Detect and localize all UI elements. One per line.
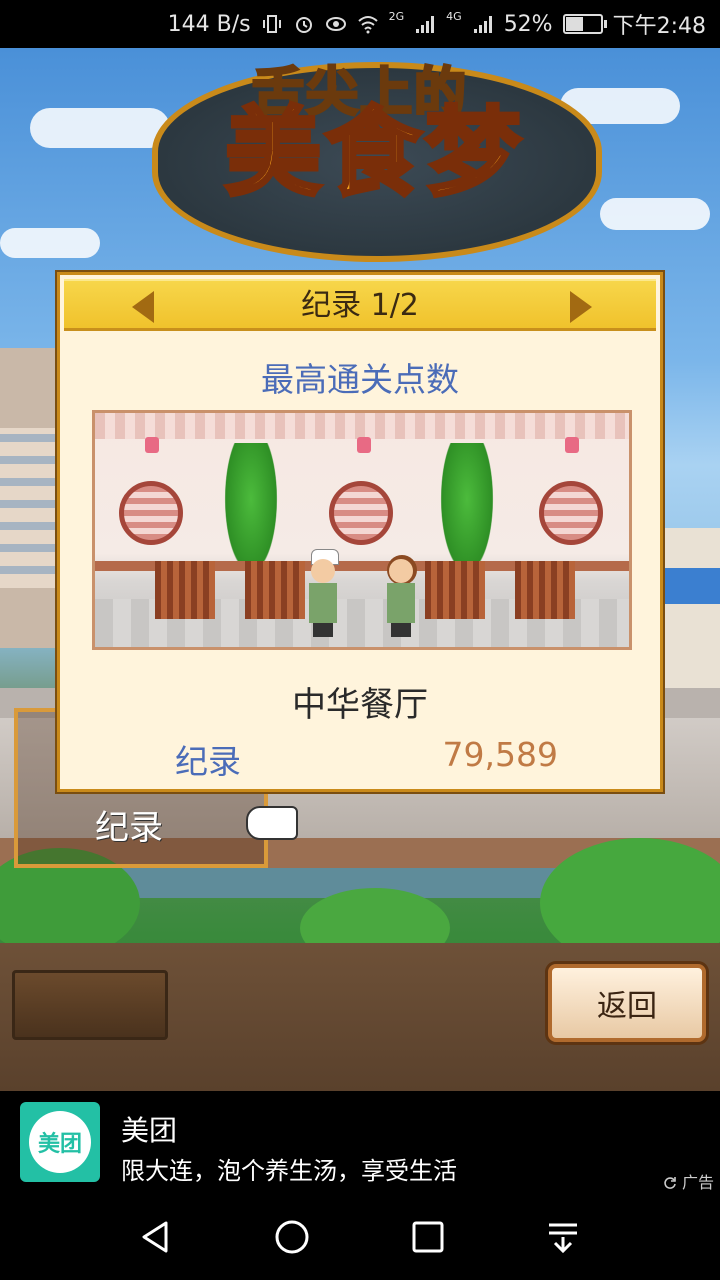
round-window	[119, 481, 183, 545]
cloud	[30, 108, 170, 148]
clock: 下午2:48	[612, 14, 706, 39]
ad-banner[interactable]: 美团 美团 限大连，泡个养生汤，享受生活 广告	[0, 1091, 720, 1195]
restaurant-name: 中华餐厅	[292, 685, 428, 725]
building	[0, 428, 58, 588]
game-logo-title: 美食梦	[223, 97, 525, 209]
meituan-logo[interactable]: 美团	[20, 1102, 100, 1182]
signal-2g-label: 2G	[388, 9, 405, 23]
ad-description[interactable]: 限大连，泡个养生汤，享受生活	[121, 1151, 457, 1186]
pointing-hand-icon	[246, 806, 298, 840]
home-circle-icon[interactable]	[270, 1215, 314, 1259]
back-triangle-icon[interactable]	[134, 1215, 178, 1259]
round-window	[539, 481, 603, 545]
net-speed: 144 B/s	[167, 11, 251, 37]
wifi-icon	[357, 16, 378, 34]
eye-icon	[325, 17, 346, 31]
arrow-right-icon[interactable]	[570, 291, 592, 323]
dialog-title: 纪录 1/2	[301, 288, 419, 323]
ad-tag: 广告	[663, 1169, 714, 1193]
back-button[interactable]: 返回	[548, 964, 706, 1042]
alarm-icon	[295, 17, 312, 33]
meituan-logo-text: 美团	[29, 1111, 91, 1173]
record-value: 79,589	[442, 735, 558, 774]
wall-frieze	[95, 413, 629, 439]
dialog-subtitle: 最高通关点数	[261, 360, 459, 399]
battery-percent: 52%	[503, 11, 553, 37]
signal-icon	[473, 16, 492, 33]
notification-dropdown-icon[interactable]	[541, 1215, 585, 1259]
shop-sign	[660, 568, 720, 604]
lantern-icon	[357, 437, 371, 453]
record-label: 纪录	[175, 742, 241, 781]
recent-apps-icon[interactable]	[406, 1215, 450, 1259]
record-menu-label: 纪录	[95, 808, 163, 848]
cloud	[0, 228, 100, 258]
status-bar: 144 B/s 2G 4G 52% 下午2:48	[0, 0, 720, 48]
signal-4g-label: 4G	[446, 9, 462, 23]
chair	[515, 561, 575, 619]
building	[660, 528, 720, 688]
chair	[425, 561, 485, 619]
vibrate-icon	[262, 15, 281, 33]
restaurant-scene-image	[92, 410, 632, 650]
chair	[245, 561, 305, 619]
chair	[155, 561, 215, 619]
dialog-header: 纪录 1/2	[64, 279, 656, 331]
cloud	[600, 198, 710, 230]
waitress-character	[381, 553, 421, 637]
refresh-icon	[664, 1177, 676, 1189]
lantern-icon	[145, 437, 159, 453]
chef-character	[303, 549, 343, 637]
navigation-bar	[0, 1195, 720, 1280]
battery-icon	[562, 14, 607, 34]
ad-title[interactable]: 美团	[121, 1109, 177, 1149]
signal-icon	[416, 16, 435, 33]
record-dialog: 纪录 1/2 最高通关点数 中华餐厅 纪录 79,589	[57, 272, 663, 792]
lantern-icon	[565, 437, 579, 453]
round-window	[329, 481, 393, 545]
bottom-menu-slot[interactable]	[12, 970, 168, 1040]
ad-tag-label: 广告	[681, 1173, 714, 1192]
